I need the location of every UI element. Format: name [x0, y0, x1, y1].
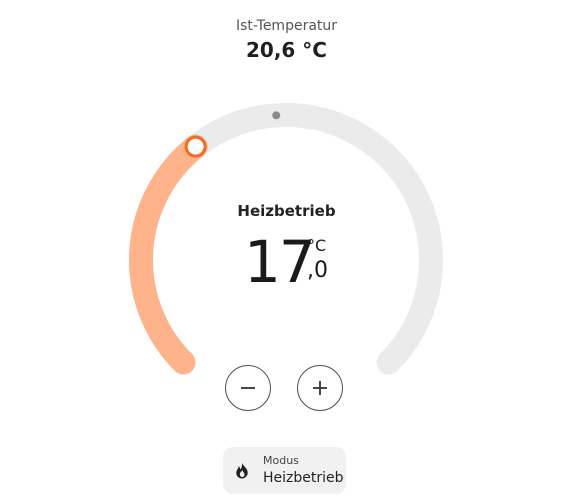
- minus-icon: [241, 387, 255, 389]
- target-temperature-decimal: ,0: [307, 258, 328, 283]
- hvac-mode-heading: Heizbetrieb: [237, 202, 336, 220]
- target-temperature-unit: °C: [307, 236, 327, 255]
- plus-icon: [313, 381, 327, 395]
- dial-active-arc: [129, 134, 208, 375]
- mode-label: Modus: [263, 454, 299, 467]
- mode-selector[interactable]: Modus Heizbetrieb: [223, 447, 346, 494]
- flame-icon: [236, 462, 248, 479]
- target-handle[interactable]: [184, 135, 207, 158]
- mode-value: Heizbetrieb: [263, 470, 344, 486]
- increase-temperature-button[interactable]: [297, 365, 343, 411]
- target-temperature: 17 °C ,0: [244, 232, 344, 296]
- current-temperature-marker: [272, 111, 281, 120]
- decrease-temperature-button[interactable]: [225, 365, 271, 411]
- target-temperature-integer: 17: [244, 228, 316, 296]
